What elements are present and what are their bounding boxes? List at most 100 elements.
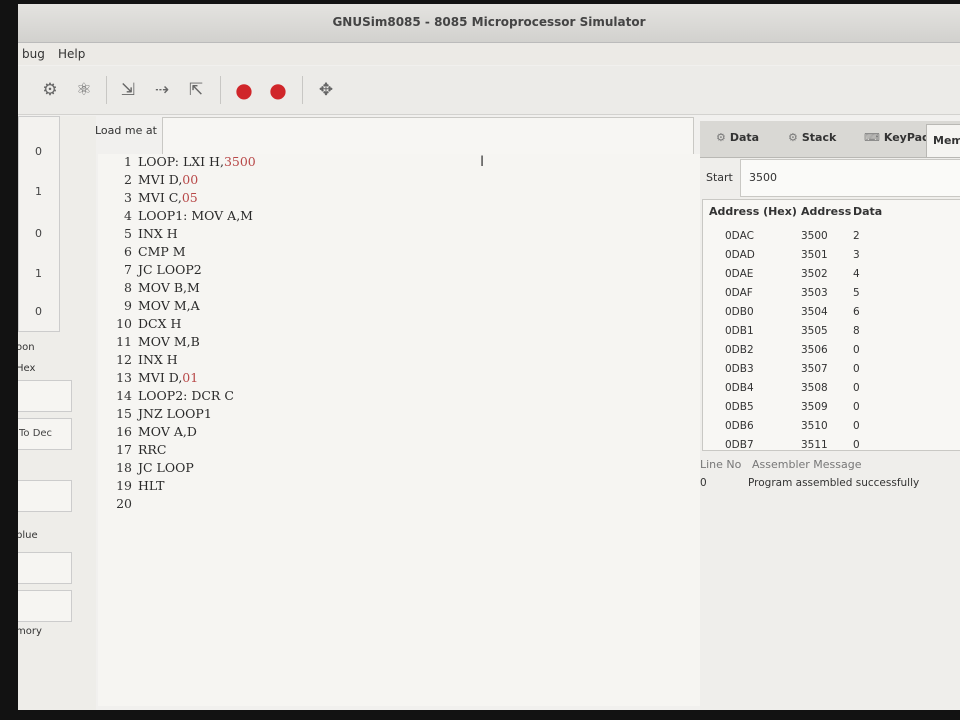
message-text: Program assembled successfully xyxy=(748,477,920,489)
operand-value: 3500 xyxy=(223,154,256,169)
assemble-icon[interactable]: ⚙ xyxy=(38,78,62,102)
line-number: 10 xyxy=(116,316,132,331)
cell-data[interactable]: 2 xyxy=(853,230,860,242)
message-line-no: 0 xyxy=(700,477,707,489)
load-me-at-label: Load me at xyxy=(95,124,157,137)
right-panel: ⚙ Data ⚙ Stack ⌨ KeyPad Mem Start 3500 Addr… xyxy=(700,121,960,710)
line-number: 3 xyxy=(124,190,132,205)
code-text: CMP M xyxy=(138,244,186,259)
line-number: 17 xyxy=(116,442,132,457)
stop-icon[interactable]: ● xyxy=(266,78,290,102)
cell-address: 3511 xyxy=(801,439,828,451)
cell-hex: 0DB6 xyxy=(725,420,754,432)
load-address-input[interactable] xyxy=(162,117,694,155)
cell-data[interactable]: 0 xyxy=(853,420,860,432)
flag-value: 0 xyxy=(35,227,42,240)
cell-hex: 0DB5 xyxy=(725,401,754,413)
tab-memory[interactable]: Mem xyxy=(926,124,960,157)
flag-value: 1 xyxy=(35,185,42,198)
message-header-line-no: Line No xyxy=(700,458,742,471)
tab-data-label: Data xyxy=(729,131,760,144)
tab-keypad[interactable]: ⌨ KeyPad xyxy=(864,131,930,144)
stack-tab-icon: ⚙ xyxy=(788,131,798,144)
title-bar: GNUSim8085 - 8085 Microprocessor Simulat… xyxy=(18,4,960,43)
step-over-icon[interactable]: ⇢ xyxy=(150,78,174,102)
cell-hex: 0DB2 xyxy=(725,344,754,356)
toolbar-separator xyxy=(220,76,221,104)
cell-data[interactable]: 0 xyxy=(853,363,860,375)
flag-value: 1 xyxy=(35,267,42,280)
cell-data[interactable]: 0 xyxy=(853,439,860,451)
cell-address: 3502 xyxy=(801,268,828,280)
code-text: JC LOOP xyxy=(138,460,194,475)
code-text: MOV M,B xyxy=(138,334,200,349)
left-panel: 0 1 0 1 0 oon Hex To Dec blue mory xyxy=(18,116,96,710)
cell-address: 3508 xyxy=(801,382,828,394)
message-header-assembler: Assembler Message xyxy=(752,458,862,471)
start-address-value: 3500 xyxy=(749,171,777,184)
line-number: 7 xyxy=(124,262,132,277)
address-input[interactable] xyxy=(18,590,72,622)
hex-input[interactable] xyxy=(18,380,72,412)
menu-debug[interactable]: bug xyxy=(22,47,45,61)
cell-address: 3504 xyxy=(801,306,828,318)
window-title: GNUSim8085 - 8085 Microprocessor Simulat… xyxy=(332,15,646,29)
toolbar: ⚙ ⚛ ⇲ ⇢ ⇱ ● ● ✥ xyxy=(18,66,960,115)
cell-hex: 0DB1 xyxy=(725,325,754,337)
cell-data[interactable]: 8 xyxy=(853,325,860,337)
memory-table: Address (Hex) Address Data 0DAC 3500 2 0… xyxy=(702,199,960,451)
cell-data[interactable]: 4 xyxy=(853,268,860,280)
cell-hex: 0DB4 xyxy=(725,382,754,394)
step-out-icon[interactable]: ⇱ xyxy=(184,78,208,102)
code-editor[interactable]: 1 LOOP: LXI H,3500 2 MVI D,00 3 MVI C,05 4L… xyxy=(98,154,708,706)
line-number: 2 xyxy=(124,172,132,187)
cell-address: 3505 xyxy=(801,325,828,337)
keypad-tab-icon: ⌨ xyxy=(864,131,880,144)
operand-value: 05 xyxy=(181,190,198,205)
step-in-icon[interactable]: ⇲ xyxy=(116,78,140,102)
code-text: HLT xyxy=(138,478,165,493)
cell-data[interactable]: 0 xyxy=(853,344,860,356)
execute-icon[interactable]: ⚛ xyxy=(72,78,96,102)
start-label: Start xyxy=(706,171,733,184)
start-address-input[interactable]: 3500 xyxy=(740,159,960,197)
cell-data[interactable]: 3 xyxy=(853,249,860,261)
tab-stack[interactable]: ⚙ Stack xyxy=(788,131,836,144)
menu-help[interactable]: Help xyxy=(58,47,85,61)
cell-hex: 0DAD xyxy=(725,249,755,261)
cell-data[interactable]: 0 xyxy=(853,401,860,413)
code-text: MVI D,00 xyxy=(138,172,199,187)
line-number: 4 xyxy=(124,208,132,223)
code-text: MVI D,01 xyxy=(138,370,199,385)
dec-input[interactable] xyxy=(18,480,72,512)
cell-hex: 0DAF xyxy=(725,287,753,299)
cell-hex: 0DAE xyxy=(725,268,754,280)
code-text: LOOP: LXI H,3500 xyxy=(138,154,256,169)
column-header-address: Address xyxy=(801,205,852,218)
cell-data[interactable]: 6 xyxy=(853,306,860,318)
reset-icon[interactable]: ✥ xyxy=(314,78,338,102)
cell-data[interactable]: 5 xyxy=(853,287,860,299)
column-header-address-hex: Address (Hex) xyxy=(709,205,797,218)
code-text: JNZ LOOP1 xyxy=(138,406,212,421)
cell-hex: 0DAC xyxy=(725,230,754,242)
panel-label: oon xyxy=(18,342,35,353)
cell-data[interactable]: 0 xyxy=(853,382,860,394)
code-text: MVI C,05 xyxy=(138,190,198,205)
tab-stack-label: Stack xyxy=(801,131,837,144)
cell-address: 3506 xyxy=(801,344,828,356)
cell-address: 3510 xyxy=(801,420,828,432)
panel-label: blue xyxy=(18,530,38,541)
flag-value: 0 xyxy=(35,145,42,158)
value-input[interactable] xyxy=(18,552,72,584)
to-dec-button[interactable]: To Dec xyxy=(18,418,72,450)
line-number: 15 xyxy=(116,406,132,421)
code-text: JC LOOP2 xyxy=(138,262,202,277)
app-window: GNUSim8085 - 8085 Microprocessor Simulat… xyxy=(18,4,960,710)
code-text: MOV M,A xyxy=(138,298,200,313)
line-number: 1 xyxy=(124,154,132,169)
breakpoint-icon[interactable]: ● xyxy=(232,78,256,102)
tab-data[interactable]: ⚙ Data xyxy=(716,131,759,144)
code-text: INX H xyxy=(138,226,178,241)
cell-hex: 0DB3 xyxy=(725,363,754,375)
